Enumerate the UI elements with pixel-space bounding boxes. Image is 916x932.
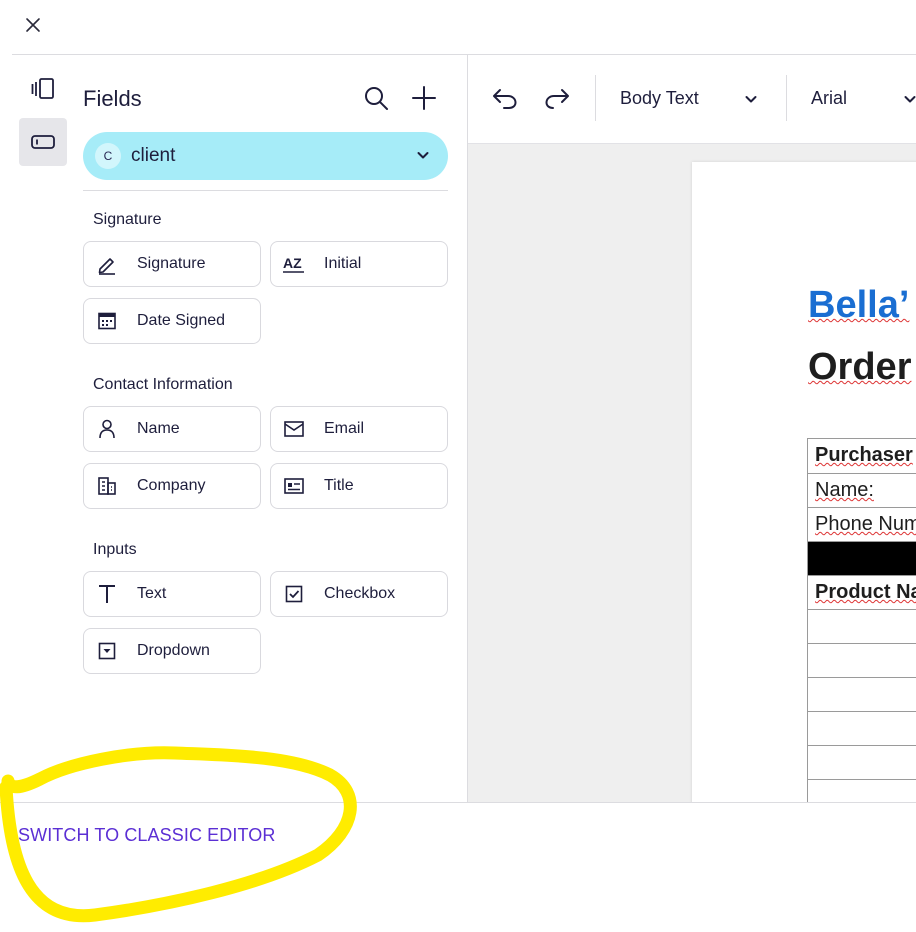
- field-label: Initial: [324, 255, 362, 272]
- section-title-inputs: Inputs: [93, 541, 137, 558]
- chevron-down-icon: [904, 96, 916, 103]
- field-label: Checkbox: [324, 585, 396, 602]
- table-row[interactable]: Name:: [807, 473, 916, 507]
- close-icon: [26, 18, 40, 32]
- close-button[interactable]: [20, 12, 46, 38]
- checkbox-icon: [282, 582, 306, 606]
- plus-icon: [412, 86, 436, 110]
- id-card-icon: [282, 474, 306, 498]
- table-row[interactable]: Purchaser: [807, 438, 916, 473]
- field-name[interactable]: Name: [83, 406, 261, 452]
- field-initial[interactable]: AZ Initial: [270, 241, 448, 287]
- fields-icon: [31, 135, 55, 149]
- footer-divider: [0, 802, 916, 803]
- field-label: Dropdown: [137, 642, 210, 659]
- document-table[interactable]: Purchaser Name: Phone Num Product Na: [807, 438, 916, 802]
- toolbar-separator: [786, 75, 787, 121]
- field-date-signed[interactable]: Date Signed: [83, 298, 261, 344]
- field-label: Company: [137, 477, 206, 494]
- undo-button[interactable]: [490, 84, 520, 112]
- table-row[interactable]: [807, 677, 916, 711]
- table-row[interactable]: [807, 609, 916, 643]
- font-select[interactable]: Arial: [811, 84, 916, 112]
- table-row-black[interactable]: [807, 541, 916, 575]
- pages-icon: [31, 78, 54, 99]
- field-checkbox[interactable]: Checkbox: [270, 571, 448, 617]
- field-label: Signature: [137, 255, 206, 272]
- field-signature[interactable]: Signature: [83, 241, 261, 287]
- calendar-icon: [95, 309, 119, 333]
- table-cell: Phone Num: [815, 513, 916, 535]
- text-t-icon: [95, 582, 119, 606]
- redo-button[interactable]: [542, 84, 572, 112]
- table-row[interactable]: [807, 745, 916, 779]
- recipient-name: client: [131, 145, 176, 166]
- svg-text:AZ: AZ: [283, 255, 302, 271]
- table-cell: Product Na: [815, 581, 916, 603]
- dropdown-icon: [95, 639, 119, 663]
- section-title-contact: Contact Information: [93, 376, 233, 393]
- panel-divider: [83, 190, 448, 191]
- text-style-select[interactable]: Body Text: [620, 84, 760, 112]
- rail-fields-button[interactable]: [19, 118, 67, 166]
- pen-icon: [95, 252, 119, 276]
- undo-icon: [493, 89, 517, 109]
- field-email[interactable]: Email: [270, 406, 448, 452]
- chevron-down-icon: [745, 96, 757, 103]
- field-label: Name: [137, 420, 180, 437]
- field-label: Email: [324, 420, 365, 437]
- person-icon: [95, 417, 119, 441]
- field-label: Text: [137, 585, 167, 602]
- document-page[interactable]: Bella’ Order Purchaser Name: Phone Num P…: [692, 162, 916, 802]
- field-title[interactable]: Title: [270, 463, 448, 509]
- toolbar-separator: [595, 75, 596, 121]
- document-canvas[interactable]: Bella’ Order Purchaser Name: Phone Num P…: [468, 144, 916, 802]
- table-cell: Purchaser: [815, 444, 913, 466]
- table-row[interactable]: Product Na: [807, 575, 916, 609]
- field-label: Date Signed: [137, 312, 226, 329]
- chevron-down-icon: [417, 152, 429, 159]
- building-icon: [95, 474, 119, 498]
- search-button[interactable]: [362, 84, 390, 112]
- font-value: Arial: [811, 87, 848, 108]
- table-cell: Name:: [815, 479, 874, 501]
- table-row[interactable]: [807, 779, 916, 802]
- initial-az-icon: AZ: [282, 252, 306, 276]
- section-title-signature: Signature: [93, 211, 162, 228]
- switch-to-classic-editor-link[interactable]: SWITCH TO CLASSIC EDITOR: [18, 825, 275, 846]
- text-style-value: Body Text: [620, 87, 699, 108]
- field-company[interactable]: Company: [83, 463, 261, 509]
- document-order-heading: Order: [808, 346, 912, 388]
- recipient-avatar: C: [95, 143, 121, 169]
- table-row[interactable]: [807, 711, 916, 745]
- table-row[interactable]: [807, 643, 916, 677]
- rail-pages-button[interactable]: [28, 74, 58, 104]
- envelope-icon: [282, 417, 306, 441]
- document-brand-heading: Bella’: [808, 284, 910, 326]
- redo-icon: [545, 89, 569, 109]
- fields-panel-title: Fields: [83, 86, 142, 111]
- field-text[interactable]: Text: [83, 571, 261, 617]
- recipient-selector[interactable]: C client: [83, 132, 448, 180]
- table-row[interactable]: Phone Num: [807, 507, 916, 541]
- field-label: Title: [324, 477, 354, 494]
- field-dropdown[interactable]: Dropdown: [83, 628, 261, 674]
- add-field-button[interactable]: [410, 84, 438, 112]
- search-icon: [365, 87, 388, 110]
